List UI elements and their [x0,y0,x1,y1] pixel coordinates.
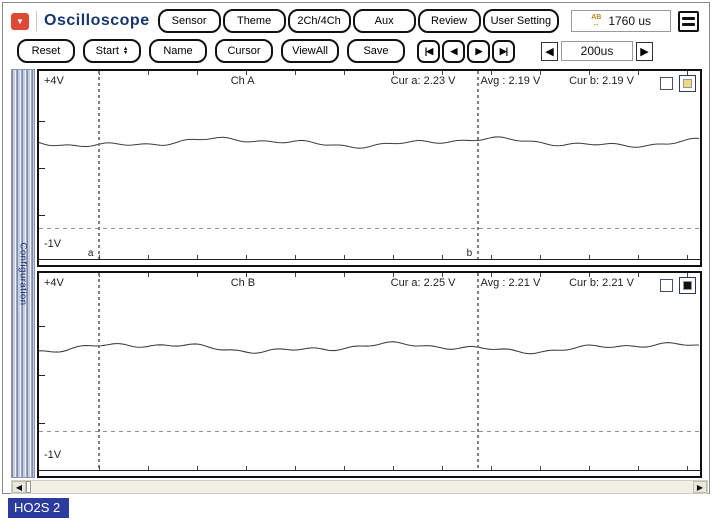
divider [36,11,37,31]
step-back-icon[interactable]: ◀ [442,40,465,63]
viewall-button[interactable]: ViewAll [281,39,339,63]
left-axis-tick [39,215,45,216]
menu-list-icon[interactable] [678,11,699,32]
cursor-a-readout: Cur a: 2.23 V [391,75,456,87]
cursor-b-line[interactable] [477,273,479,471]
channel-b-color-swatch [683,281,692,290]
sidebar-label: Configuration [18,242,29,305]
review-button[interactable]: Review [418,9,481,33]
channel-title: Ch B [231,277,255,289]
channel-b-waveform [39,273,700,476]
channel-a-color-swatch [683,79,692,88]
bottom-axis-line [39,470,700,471]
channel-a-waveform [39,71,700,265]
playback-group: |◀ ◀ ▶ ▶| [417,40,515,63]
aux-button[interactable]: Aux [353,9,416,33]
cursor-button[interactable]: Cursor [215,39,273,63]
sensor-button[interactable]: Sensor [158,9,221,33]
cursor-a-line[interactable] [98,273,100,471]
start-button[interactable]: Start ▲▼ [83,39,141,63]
timebase-decrease-icon[interactable]: ◀ [541,42,558,61]
control-toolbar: Reset Start ▲▼ Name Cursor ViewAll Save … [3,34,709,64]
channel-b-checkbox[interactable] [660,279,673,292]
cursor-a-tag: a [88,248,94,259]
channel-a-panel: +4V -1V Ch A Cur a: 2.23 V Avg : 2.19 V … [37,69,702,267]
cursor-a-line[interactable] [98,71,100,260]
step-forward-icon[interactable]: ▶ [467,40,490,63]
save-button[interactable]: Save [347,39,405,63]
scroll-right-icon[interactable]: ▶ [693,481,707,493]
channel-mode-button[interactable]: 2Ch/4Ch [288,9,351,33]
channel-b-active-indicator[interactable] [679,277,696,294]
user-setting-button[interactable]: User Setting [483,9,560,33]
window-frame: ▼ Oscilloscope Sensor Theme 2Ch/4Ch Aux … [2,2,710,494]
y-max-label: +4V [44,277,64,289]
bottom-axis-ticks [51,255,700,259]
skip-to-start-icon[interactable]: |◀ [417,40,440,63]
timebase-control: ◀ 200us ▶ [541,41,653,61]
plot-column: +4V -1V Ch A Cur a: 2.23 V Avg : 2.19 V … [37,69,702,478]
bottom-axis-line [39,259,700,260]
theme-button[interactable]: Theme [223,9,286,33]
y-min-label: -1V [44,449,61,461]
channel-a-indicators [660,75,696,92]
left-axis-tick [39,326,45,327]
main-area: Configuration +4V -1V Ch A [11,69,709,478]
reset-button[interactable]: Reset [17,39,75,63]
avg-readout: Avg : 2.21 V [481,277,541,289]
app-title: Oscilloscope [44,12,150,30]
cursor-delta-time-display: AB ↔ 1760 us [571,10,671,32]
cursor-b-line[interactable] [477,71,479,260]
channel-b-indicators [660,277,696,294]
channel-a-active-indicator[interactable] [679,75,696,92]
channel-title: Ch A [231,75,255,87]
channel-a-checkbox[interactable] [660,77,673,90]
oscilloscope-app: ▼ Oscilloscope Sensor Theme 2Ch/4Ch Aux … [0,0,712,521]
timebase-increase-icon[interactable]: ▶ [636,42,653,61]
scroll-left-icon[interactable]: ◀ [12,481,26,493]
signal-name-badge: HO2S 2 [8,498,69,518]
left-axis-tick [39,121,45,122]
left-axis-tick [39,423,45,424]
left-axis-tick [39,168,45,169]
app-menu-dropdown-icon[interactable]: ▼ [11,13,29,30]
cursor-a-readout: Cur a: 2.25 V [391,277,456,289]
configuration-sidebar[interactable]: Configuration [11,69,35,478]
up-down-arrows-icon: ▲▼ [123,47,128,56]
name-button[interactable]: Name [149,39,207,63]
delta-time-value: 1760 us [608,14,651,28]
horizontal-scrollbar: ◀ ▶ [11,480,708,494]
avg-readout: Avg : 2.19 V [481,75,541,87]
title-toolbar: ▼ Oscilloscope Sensor Theme 2Ch/4Ch Aux … [3,3,709,34]
y-max-label: +4V [44,75,64,87]
scrollbar-track[interactable] [31,481,693,493]
y-min-label: -1V [44,238,61,250]
ab-delta-icon: AB ↔ [591,15,601,27]
timebase-value: 200us [561,41,633,61]
left-axis-tick [39,375,45,376]
bottom-axis-ticks [51,466,700,470]
cursor-b-readout: Cur b: 2.21 V [569,277,634,289]
cursor-b-readout: Cur b: 2.19 V [569,75,634,87]
channel-b-panel: +4V -1V Ch B Cur a: 2.25 V Avg : 2.21 V … [37,271,702,478]
cursor-b-tag: b [467,248,473,259]
reference-dashed-line [39,431,700,432]
reference-dashed-line [39,228,700,229]
skip-to-end-icon[interactable]: ▶| [492,40,515,63]
